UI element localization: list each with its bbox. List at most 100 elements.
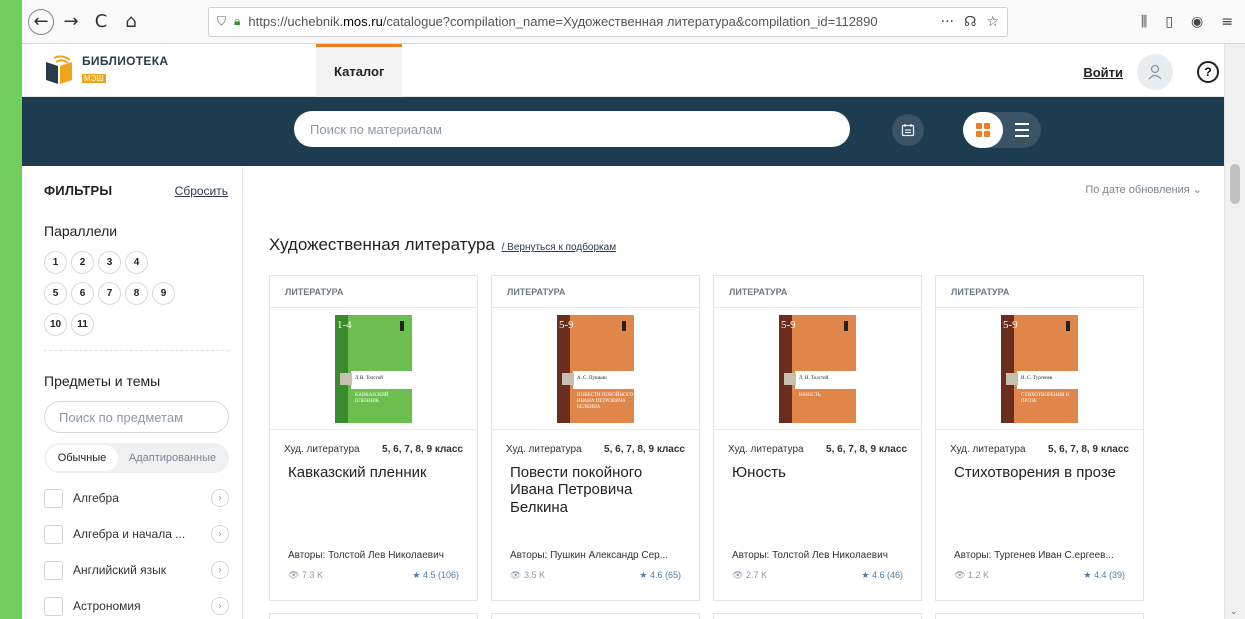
account-icon[interactable]: ◉ <box>1191 14 1203 30</box>
shield-icon[interactable]: ⛉ <box>217 14 226 29</box>
cover-mark <box>844 320 848 331</box>
subject-checkbox[interactable] <box>44 560 63 580</box>
card-rating: ★ 4.5 (106) <box>412 570 459 580</box>
subject-item[interactable]: Астрономия › <box>44 595 229 617</box>
card-title[interactable]: Повести покойного Ивана Петровича Белкин… <box>492 464 699 516</box>
grid-view-icon[interactable] <box>963 112 1003 148</box>
search-band <box>22 97 1245 166</box>
book-cover[interactable]: 1-4 Л.Н. Толстой КАВКАЗСКИЙ ПЛЕННИК <box>335 314 412 423</box>
grade-chip[interactable]: 7 <box>98 282 121 305</box>
reset-filters-link[interactable]: Сбросить <box>175 184 228 198</box>
login-link[interactable]: Войти <box>1083 65 1123 80</box>
chevron-right-icon[interactable]: › <box>211 597 229 615</box>
card-type: Худ. литература <box>506 444 582 455</box>
subject-search-input[interactable] <box>44 401 229 433</box>
card-category: ЛИТЕРАТУРА <box>714 276 921 308</box>
sidebar-icon[interactable]: ▯ <box>1165 14 1173 30</box>
mode-adapted-tab[interactable]: Адаптированные <box>118 445 227 471</box>
subject-checkbox[interactable] <box>44 488 63 508</box>
subject-checkbox[interactable] <box>44 596 63 616</box>
book-card[interactable] <box>935 613 1144 619</box>
parallels-title: Параллели <box>44 223 118 239</box>
scroll-down-icon[interactable]: ⌄ <box>1230 607 1238 617</box>
grade-chip[interactable]: 2 <box>71 251 94 274</box>
book-card[interactable] <box>491 613 700 619</box>
chevron-right-icon[interactable]: › <box>211 525 229 543</box>
cover-title: СТИХОТВОРЕНИЯ В ПРОЗЕ <box>1021 392 1069 404</box>
search-input[interactable] <box>294 111 850 147</box>
eye-icon: 👁︎ <box>288 570 302 580</box>
card-category: ЛИТЕРАТУРА <box>936 276 1143 308</box>
card-type: Худ. литература <box>728 444 804 455</box>
back-to-compilations-link[interactable]: / Вернуться к подборкам <box>502 242 616 253</box>
page-actions-icon[interactable]: ··· <box>941 14 954 30</box>
grade-chip[interactable]: 5 <box>44 282 67 305</box>
book-card[interactable]: ЛИТЕРАТУРА 5-9 И. С. Тургенев СТИХОТВОРЕ… <box>935 275 1144 601</box>
card-category: ЛИТЕРАТУРА <box>492 276 699 308</box>
sort-dropdown[interactable]: По дате обновления ⌄ <box>1085 183 1202 196</box>
grade-chip[interactable]: 6 <box>71 282 94 305</box>
cover-author: Л.Н. Толстой <box>355 375 383 381</box>
card-author: Авторы: Пушкин Александр Сер... <box>510 550 669 561</box>
grade-chip[interactable]: 11 <box>71 313 94 336</box>
bookmark-star-icon[interactable]: ☆ <box>986 14 999 30</box>
book-card[interactable] <box>269 613 478 619</box>
book-card[interactable] <box>713 613 922 619</box>
cover-strip <box>557 314 570 423</box>
library-icon[interactable]: ⫼ <box>1141 14 1147 30</box>
grade-chip[interactable]: 10 <box>44 313 67 336</box>
grade-chip[interactable]: 4 <box>125 251 148 274</box>
card-type: Худ. литература <box>284 444 360 455</box>
book-cover[interactable]: 5-9 И. С. Тургенев СТИХОТВОРЕНИЯ В ПРОЗЕ <box>1001 314 1078 423</box>
site-logo[interactable]: БИБЛИОТЕКА МЭШ <box>44 54 294 86</box>
tab-catalog[interactable]: Каталог <box>316 43 403 97</box>
subject-checkbox[interactable] <box>44 524 63 544</box>
subject-item[interactable]: Английский язык › <box>44 559 229 581</box>
subject-label: Английский язык <box>73 563 167 577</box>
help-button[interactable]: ? <box>1197 61 1219 83</box>
book-card[interactable]: ЛИТЕРАТУРА 5-9 Л. Н. Толстой ЮНОСТЬ Худ.… <box>713 275 922 601</box>
cover-strip <box>779 314 792 423</box>
url-prefix: https://uchebnik. <box>248 14 344 29</box>
user-avatar-icon[interactable] <box>1137 54 1173 90</box>
views-count: 👁︎ 7.3 K <box>288 570 323 581</box>
menu-icon[interactable]: ≡ <box>1221 14 1233 30</box>
url-text[interactable]: https://uchebnik.mos.ru/catalogue?compil… <box>248 14 940 29</box>
views-value: 7.3 K <box>301 570 323 580</box>
views-value: 2.7 K <box>745 570 767 580</box>
grade-chip[interactable]: 1 <box>44 251 67 274</box>
chevron-right-icon[interactable]: › <box>211 561 229 579</box>
book-cover[interactable]: 5-9 Л. Н. Толстой ЮНОСТЬ <box>779 314 856 423</box>
card-title[interactable]: Юность <box>714 464 921 481</box>
book-cover[interactable]: 5-9 А. С. Пушкин ПОВЕСТИ ПОКОЙНОГО ИВАНА… <box>557 314 634 423</box>
calendar-icon[interactable] <box>892 114 924 146</box>
subject-item[interactable]: Алгебра и начала ... › <box>44 523 229 545</box>
card-title[interactable]: Кавказский пленник <box>270 464 477 481</box>
home-button[interactable]: ⌂ <box>118 9 144 35</box>
card-grades: 5, 6, 7, 8, 9 класс <box>604 444 685 455</box>
scrollbar-thumb[interactable] <box>1230 164 1240 204</box>
book-card[interactable]: ЛИТЕРАТУРА 5-9 А. С. Пушкин ПОВЕСТИ ПОКО… <box>491 275 700 601</box>
book-card[interactable]: ЛИТЕРАТУРА 1-4 Л.Н. Толстой КАВКАЗСКИЙ П… <box>269 275 478 601</box>
cover-title: ПОВЕСТИ ПОКОЙНОГО ИВАНА ПЕТРОВИЧА БЕЛКИН… <box>577 392 634 410</box>
forward-button[interactable]: → <box>58 9 84 35</box>
subject-item[interactable]: Алгебра › <box>44 487 229 509</box>
lock-icon[interactable]: 🔒︎ <box>234 14 240 29</box>
reload-button[interactable]: C <box>88 9 114 35</box>
pocket-icon[interactable]: ☊ <box>964 14 976 30</box>
address-bar[interactable]: ⛉ 🔒︎ https://uchebnik.mos.ru/catalogue?c… <box>208 6 1008 37</box>
list-view-icon[interactable] <box>1015 123 1029 137</box>
author-portrait <box>784 372 796 385</box>
grade-chip[interactable]: 3 <box>98 251 121 274</box>
subject-label: Алгебра и начала ... <box>73 527 186 541</box>
chevron-right-icon[interactable]: › <box>211 489 229 507</box>
eye-icon: 👁︎ <box>954 570 968 580</box>
back-button[interactable]: ← <box>28 8 54 35</box>
logo-subtitle: МЭШ <box>82 74 106 83</box>
grade-chip[interactable]: 9 <box>152 282 175 305</box>
page-scrollbar[interactable]: ⌄ <box>1224 44 1245 619</box>
card-rating: ★ 4.6 (46) <box>861 570 903 580</box>
mode-regular-tab[interactable]: Обычные <box>46 445 118 471</box>
card-title[interactable]: Стихотворения в прозе <box>936 464 1143 481</box>
grade-chip[interactable]: 8 <box>125 282 148 305</box>
